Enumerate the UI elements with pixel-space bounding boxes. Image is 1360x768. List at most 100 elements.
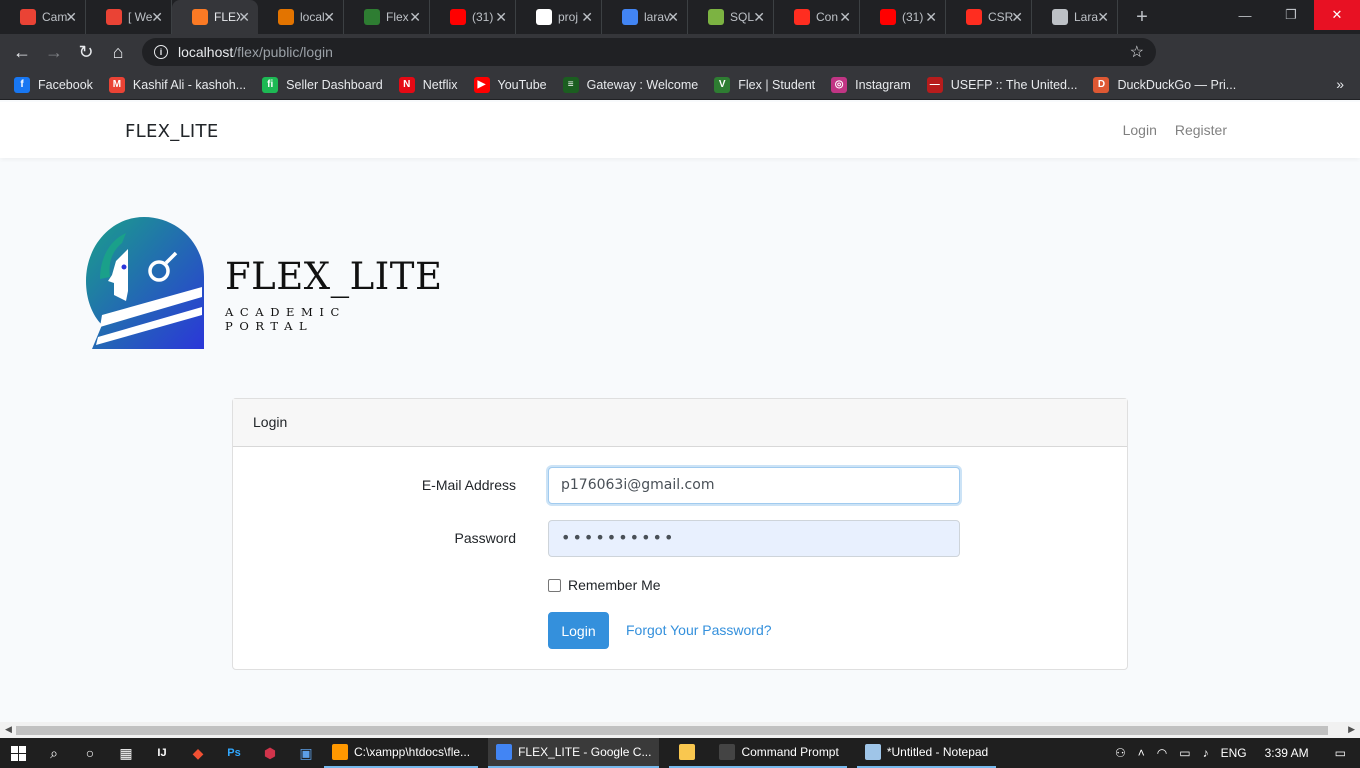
git-icon[interactable]: ◆ (180, 738, 216, 768)
browser-tab[interactable]: Lara ✕ (1032, 0, 1118, 34)
close-tab-icon[interactable]: ✕ (323, 9, 335, 26)
close-tab-icon[interactable]: ✕ (925, 9, 937, 26)
tab-title: SQL (730, 10, 755, 24)
people-icon[interactable]: ⚇ (1109, 746, 1132, 760)
language-indicator[interactable]: ENG (1215, 746, 1253, 760)
browser-tab[interactable]: larav ✕ (602, 0, 688, 34)
browser-tab[interactable]: SQL ✕ (688, 0, 774, 34)
bookmark-label: Netflix (422, 77, 458, 92)
flex-icon: V (714, 76, 731, 93)
page-viewport: FLEX_LITE Login Register FLEX_LITE ACADE… (0, 102, 1360, 722)
browser-tab[interactable]: local ✕ (258, 0, 344, 34)
navbar-brand[interactable]: FLEX_LITE (125, 121, 219, 142)
windows-taskbar: ⌕ ○ ▦ IJ ◆ Ps ⬢ ▣ C:\xampp\htdocs\fle...… (0, 738, 1360, 768)
forgot-password-link[interactable]: Forgot Your Password? (626, 622, 772, 638)
close-tab-icon[interactable]: ✕ (151, 9, 163, 26)
bookmark-item[interactable]: ≡ Gateway : Welcome (562, 76, 698, 93)
bookmark-item[interactable]: fi Seller Dashboard (262, 76, 383, 93)
more-bookmarks-icon[interactable]: » (1336, 76, 1344, 92)
browser-tab[interactable]: CSR ✕ (946, 0, 1032, 34)
notifications-icon[interactable]: ▭ (1321, 746, 1360, 760)
browser-tab[interactable]: proj ✕ (516, 0, 602, 34)
close-tab-icon[interactable]: ✕ (238, 9, 250, 26)
bookmark-item[interactable]: ▶ YouTube (473, 76, 547, 93)
taskbar-app[interactable]: *Untitled - Notepad (856, 738, 997, 768)
close-tab-icon[interactable]: ✕ (1097, 9, 1109, 26)
address-bar[interactable]: i localhost/flex/public/login ☆ (142, 38, 1156, 66)
close-tab-icon[interactable]: ✕ (581, 9, 593, 26)
intellij-icon[interactable]: IJ (144, 738, 180, 768)
browser-toolbar: ← → ↻ ⌂ i localhost/flex/public/login ☆ … (0, 34, 1360, 97)
bookmark-label: Facebook (38, 77, 93, 92)
chevron-up-icon[interactable]: ˄ (1132, 746, 1151, 760)
browser-tab[interactable]: Cam ✕ (0, 0, 86, 34)
bookmark-item[interactable]: V Flex | Student (714, 76, 815, 93)
clock[interactable]: 3:39 AM (1253, 746, 1321, 760)
password-field[interactable]: •••••••••• (548, 520, 960, 557)
bookmark-item[interactable]: M Kashif Ali - kashoh... (108, 76, 246, 93)
github-icon (536, 9, 552, 25)
photoshop-icon[interactable]: Ps (216, 738, 252, 768)
taskbar-app-label: C:\xampp\htdocs\fle... (354, 745, 471, 759)
bookmark-star-icon[interactable]: ☆ (1130, 42, 1144, 62)
login-card: Login E-Mail Address p176063i@gmail.com … (232, 398, 1128, 670)
search-icon[interactable]: ⌕ (36, 738, 72, 768)
reload-button[interactable]: ↻ (70, 36, 102, 68)
close-tab-icon[interactable]: ✕ (1011, 9, 1023, 26)
wifi-icon[interactable]: ◠ (1151, 746, 1173, 760)
minimize-button[interactable]: — (1222, 0, 1268, 30)
diamond-icon (1052, 9, 1068, 25)
bookmark-item[interactable]: N Netflix (398, 76, 458, 93)
browser-tab[interactable]: Flex ✕ (344, 0, 430, 34)
task-view-icon[interactable]: ▦ (108, 738, 144, 768)
login-button[interactable]: Login (548, 612, 609, 649)
start-button[interactable] (0, 738, 36, 768)
taskbar-app[interactable] (669, 738, 712, 768)
bookmark-item[interactable]: f Facebook (14, 76, 93, 93)
remember-me[interactable]: Remember Me (548, 577, 661, 593)
security-icon[interactable]: ⬢ (252, 738, 288, 768)
instagram-icon: ◎ (831, 76, 848, 93)
close-tab-icon[interactable]: ✕ (839, 9, 851, 26)
taskbar-app[interactable]: Command Prompt (711, 738, 847, 768)
scrollbar-thumb[interactable] (16, 726, 1328, 735)
close-tab-icon[interactable]: ✕ (409, 9, 421, 26)
site-info-icon[interactable]: i (154, 45, 168, 59)
bookmark-item[interactable]: ◎ Instagram (831, 76, 911, 93)
home-button[interactable]: ⌂ (102, 36, 134, 68)
nav-register-link[interactable]: Register (1175, 122, 1227, 138)
email-field[interactable]: p176063i@gmail.com (548, 467, 960, 504)
browser-tab[interactable]: Con ✕ (774, 0, 860, 34)
sql-server-icon[interactable]: ▣ (288, 738, 324, 768)
forward-button[interactable]: → (38, 36, 70, 68)
taskbar-app[interactable]: C:\xampp\htdocs\fle... (324, 738, 479, 768)
bookmark-item[interactable]: D DuckDuckGo — Pri... (1093, 76, 1236, 93)
email-label: E-Mail Address (421, 477, 516, 493)
volume-icon[interactable]: ♪ (1197, 746, 1215, 760)
remember-me-label[interactable]: Remember Me (568, 577, 661, 593)
bookmark-item[interactable]: — USEFP :: The United... (926, 76, 1077, 93)
close-window-button[interactable]: ✕ (1314, 0, 1360, 30)
tab-title: Lara (1074, 10, 1099, 24)
battery-icon[interactable]: ▭ (1173, 746, 1196, 760)
nav-login-link[interactable]: Login (1123, 122, 1157, 138)
remember-me-checkbox[interactable] (548, 578, 561, 592)
scroll-left-icon[interactable]: ◀ (5, 724, 12, 735)
restore-button[interactable]: ❐ (1268, 0, 1314, 30)
tab-title: local (300, 10, 325, 24)
close-tab-icon[interactable]: ✕ (753, 9, 765, 26)
horizontal-scrollbar[interactable]: ◀ ▶ (0, 722, 1360, 739)
browser-tab[interactable]: [ We ✕ (86, 0, 172, 34)
scroll-right-icon[interactable]: ▶ (1348, 724, 1355, 735)
back-button[interactable]: ← (6, 36, 38, 68)
cortana-icon[interactable]: ○ (72, 738, 108, 768)
close-tab-icon[interactable]: ✕ (495, 9, 507, 26)
new-tab-button[interactable]: + (1126, 6, 1158, 29)
browser-tab[interactable]: (31) ✕ (430, 0, 516, 34)
browser-tab[interactable]: (31) ✕ (860, 0, 946, 34)
close-tab-icon[interactable]: ✕ (65, 9, 77, 26)
flex-icon (364, 9, 380, 25)
taskbar-app[interactable]: FLEX_LITE - Google C... (488, 738, 660, 768)
close-tab-icon[interactable]: ✕ (667, 9, 679, 26)
browser-tab[interactable]: FLEX✕ (172, 0, 258, 34)
